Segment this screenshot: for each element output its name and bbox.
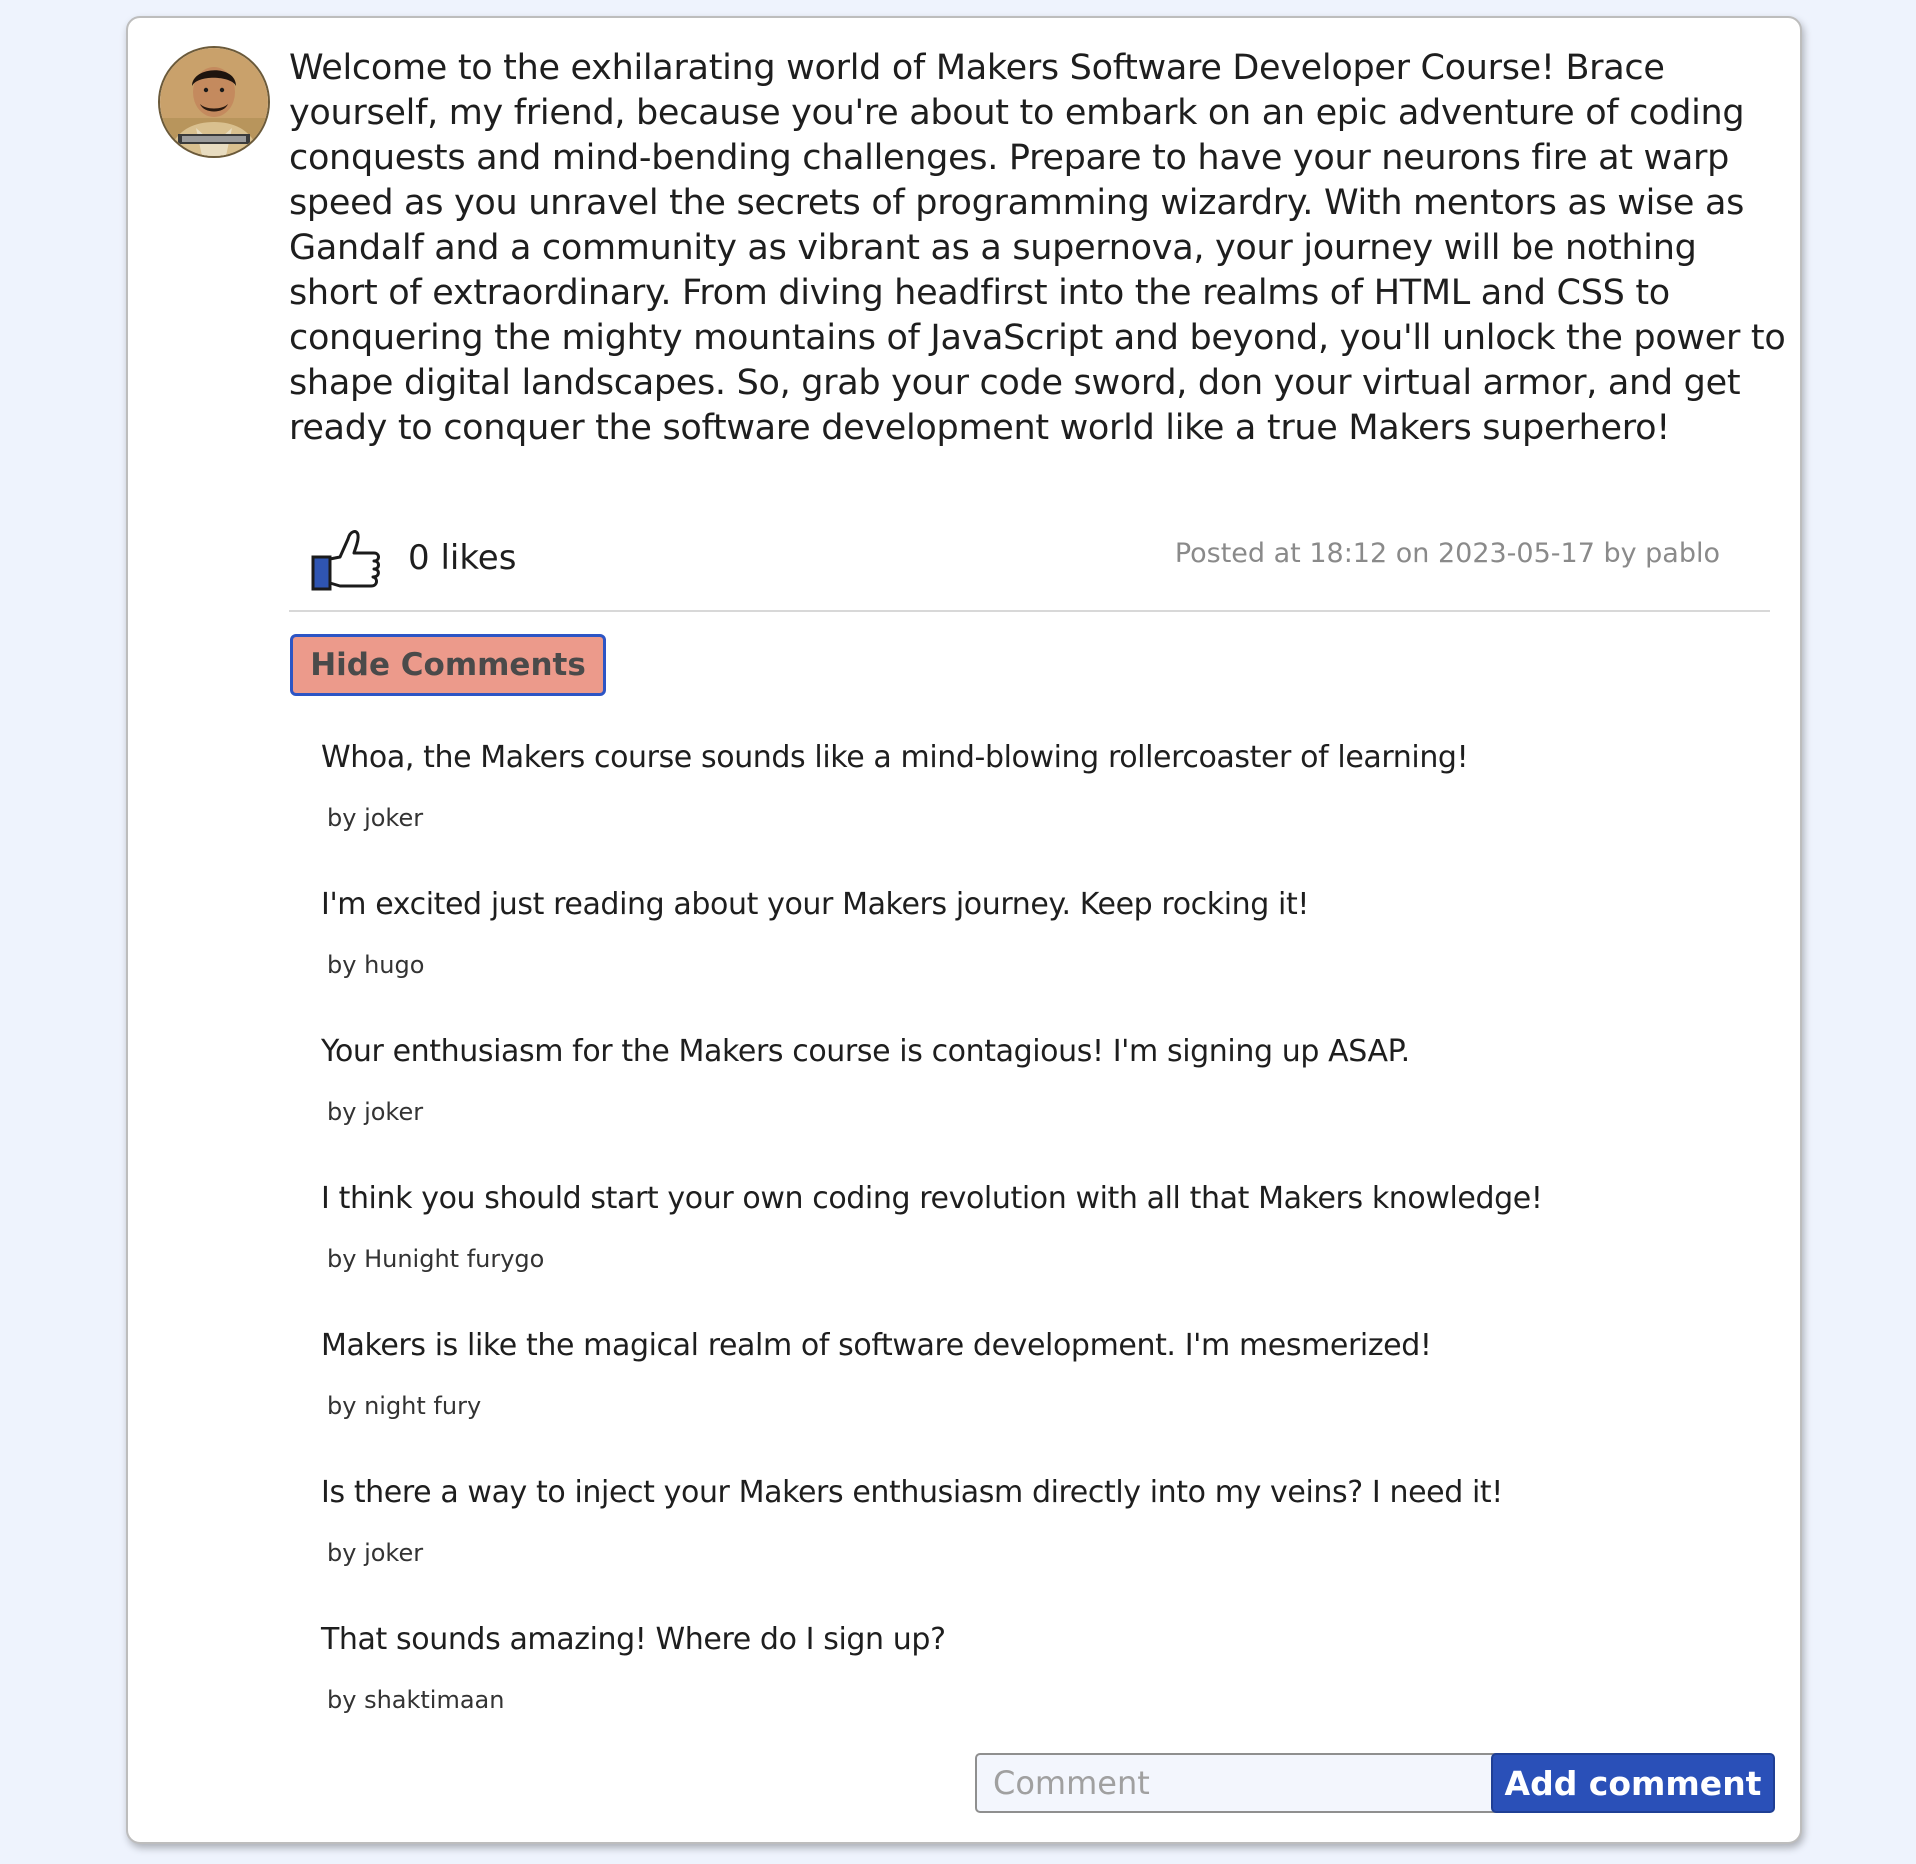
like-row: 0 likes: [310, 518, 516, 598]
user-avatar-photo: [160, 48, 268, 156]
comment-text: Whoa, the Makers course sounds like a mi…: [321, 740, 1469, 775]
comment-text: Makers is like the magical realm of soft…: [321, 1328, 1432, 1363]
post-card: Welcome to the exhilarating world of Mak…: [126, 16, 1802, 1844]
likes-count: 0 likes: [408, 538, 517, 578]
comment-text: That sounds amazing! Where do I sign up?: [321, 1622, 946, 1657]
comment-item: Makers is like the magical realm of soft…: [321, 1326, 1721, 1473]
comment-text: I think you should start your own coding…: [321, 1181, 1543, 1216]
comment-author: by shaktimaan: [327, 1686, 505, 1714]
comment-author: by night fury: [327, 1392, 482, 1420]
comment-item: Is there a way to inject your Makers ent…: [321, 1473, 1721, 1620]
comment-item: Your enthusiasm for the Makers course is…: [321, 1032, 1721, 1179]
divider: [289, 610, 1770, 612]
add-comment-button[interactable]: Add comment: [1491, 1753, 1775, 1813]
comment-author: by hugo: [327, 951, 425, 979]
comment-item: Whoa, the Makers course sounds like a mi…: [321, 738, 1721, 885]
user-avatar[interactable]: [158, 46, 270, 158]
thumbs-up-icon[interactable]: [310, 523, 382, 593]
comments-list: Whoa, the Makers course sounds like a mi…: [321, 738, 1721, 1767]
comment-item: That sounds amazing! Where do I sign up?…: [321, 1620, 1721, 1767]
comment-text: Is there a way to inject your Makers ent…: [321, 1475, 1503, 1510]
comment-text: Your enthusiasm for the Makers course is…: [321, 1034, 1410, 1069]
post-meta: Posted at 18:12 on 2023-05-17 by pablo: [1174, 538, 1720, 569]
comment-author: by joker: [327, 1539, 424, 1567]
hide-comments-button[interactable]: Hide Comments: [290, 634, 606, 696]
comment-item: I'm excited just reading about your Make…: [321, 885, 1721, 1032]
post-text: Welcome to the exhilarating world of Mak…: [289, 48, 1786, 448]
comment-author: by joker: [327, 1098, 424, 1126]
comment-text: I'm excited just reading about your Make…: [321, 887, 1309, 922]
comment-author: by joker: [327, 804, 424, 832]
comment-item: I think you should start your own coding…: [321, 1179, 1721, 1326]
comment-author: by Hunight furygo: [327, 1245, 545, 1273]
